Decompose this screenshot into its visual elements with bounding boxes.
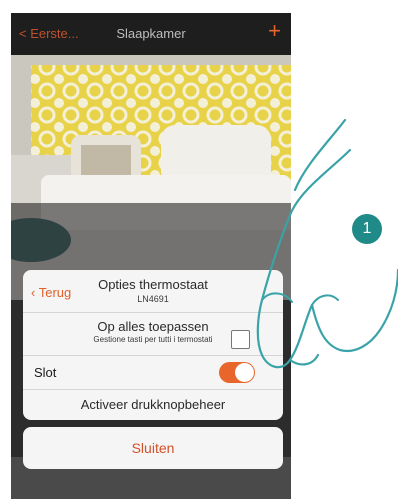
pointing-hand-icon [256,118,398,369]
step-number-badge: 1 [352,214,382,244]
